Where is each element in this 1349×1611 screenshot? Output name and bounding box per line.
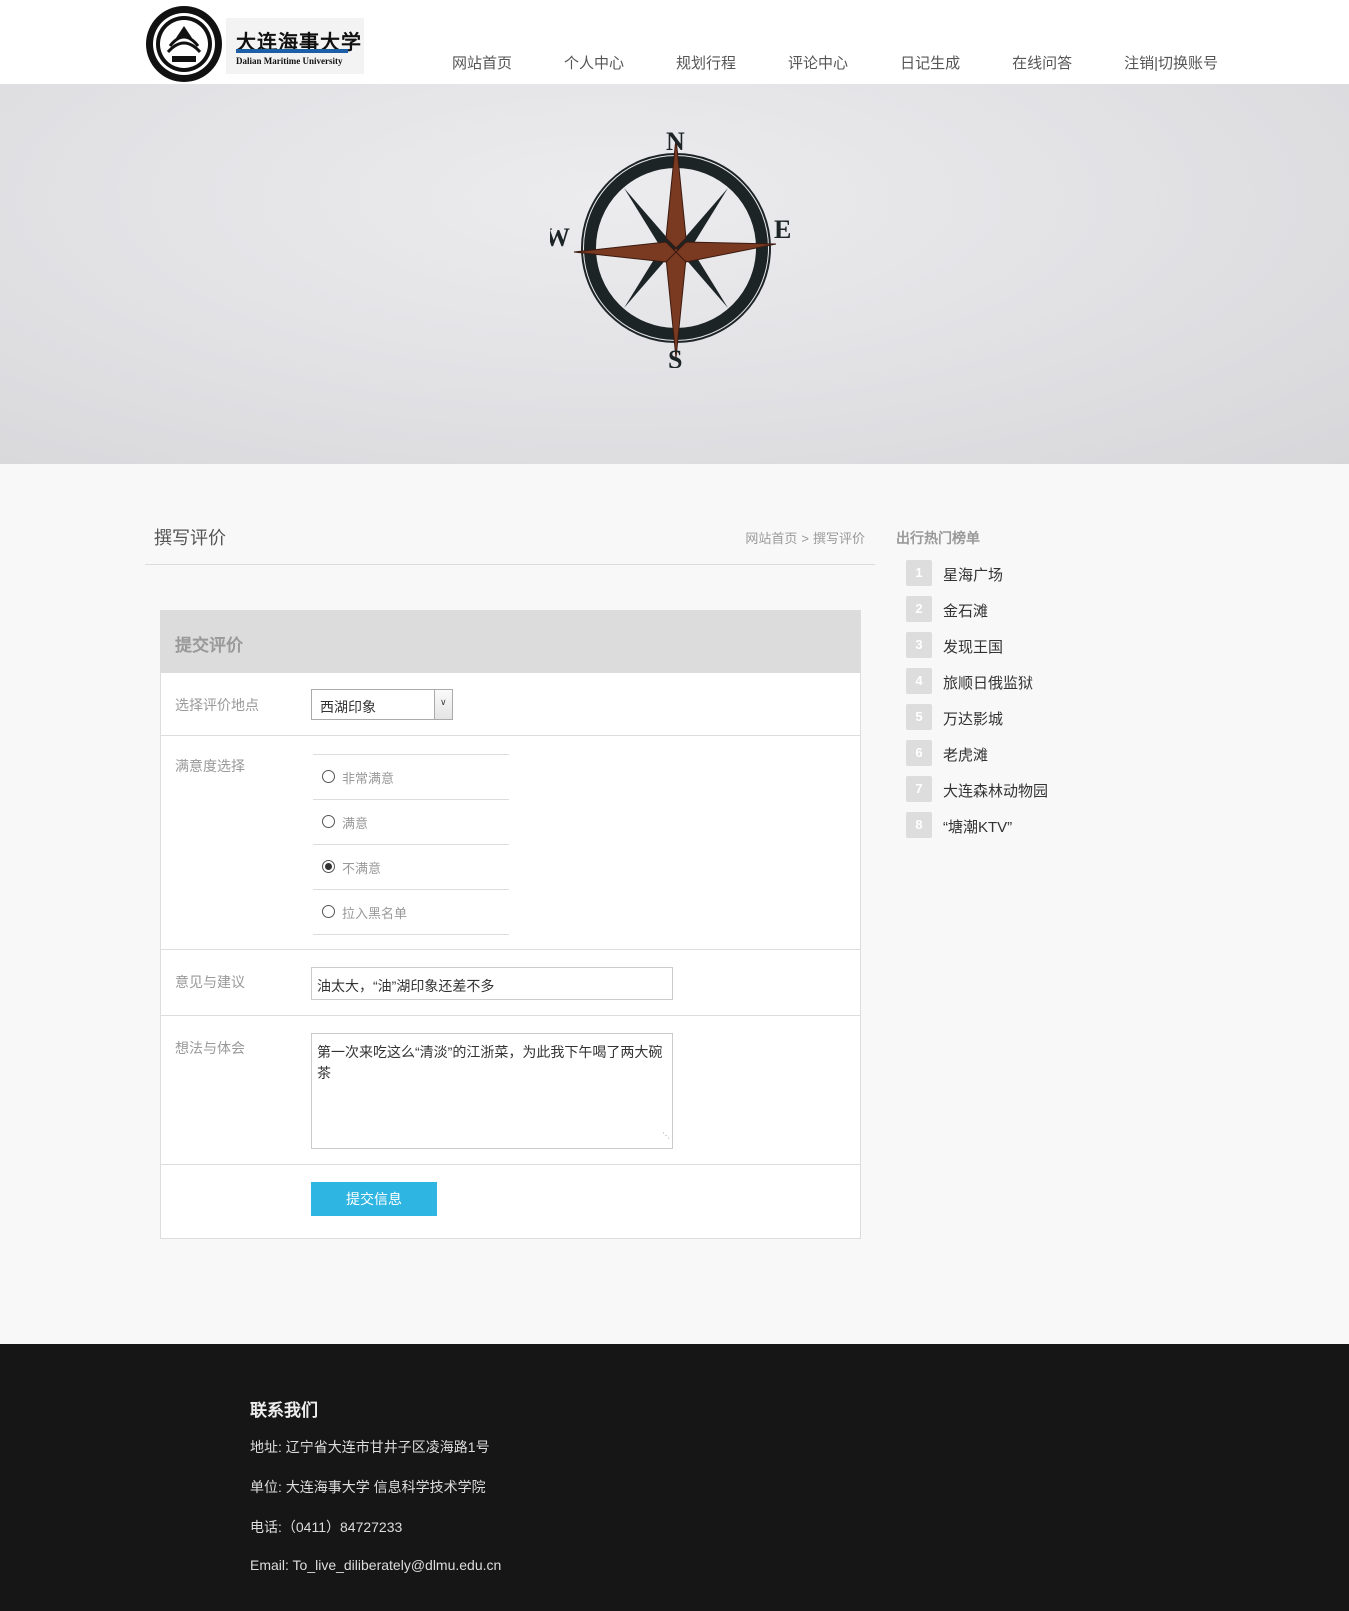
rank-number: 7 bbox=[906, 776, 932, 802]
form-title: 提交评价 bbox=[161, 611, 860, 673]
compass-n: N bbox=[666, 128, 685, 156]
compass-s: S bbox=[668, 345, 682, 368]
hot-list-title: 出行热门榜单 bbox=[896, 530, 980, 546]
nav-home[interactable]: 网站首页 bbox=[452, 52, 512, 73]
thoughts-label: 想法与体会 bbox=[175, 1040, 245, 1056]
nav-logout[interactable]: 注销|切换账号 bbox=[1124, 52, 1218, 73]
rank-name[interactable]: 万达影城 bbox=[943, 708, 1003, 729]
breadcrumb-home[interactable]: 网站首页 bbox=[745, 531, 797, 546]
footer-unit: 单位: 大连海事大学 信息科学技术学院 bbox=[250, 1479, 486, 1495]
rank-name[interactable]: 大连森林动物园 bbox=[943, 780, 1048, 801]
option-label: 拉入黑名单 bbox=[342, 906, 408, 921]
rank-name[interactable]: 老虎滩 bbox=[943, 744, 988, 765]
hot-list-item[interactable]: 1 星海广场 bbox=[906, 560, 1106, 586]
hot-list-item[interactable]: 2 金石滩 bbox=[906, 596, 1106, 622]
suggestion-row: 意见与建议 油太大，“油”湖印象还差不多 bbox=[161, 949, 860, 1015]
footer-email[interactable]: Email: To_live_diliberately@dlmu.edu.cn bbox=[250, 1557, 501, 1573]
suggestion-label: 意见与建议 bbox=[175, 974, 245, 990]
footer-phone: 电话:（0411）84727233 bbox=[250, 1519, 403, 1535]
breadcrumb: 网站首页 > 撰写评价 bbox=[745, 528, 865, 547]
option-unsatisfied[interactable]: 不满意 bbox=[313, 844, 509, 889]
rank-name[interactable]: 星海广场 bbox=[943, 564, 1003, 585]
university-seal-icon bbox=[146, 6, 222, 82]
rank-name[interactable]: “塘潮KTV” bbox=[943, 816, 1012, 837]
option-blacklist[interactable]: 拉入黑名单 bbox=[313, 889, 509, 934]
resize-grip-icon[interactable]: ⋱ bbox=[662, 1125, 670, 1146]
footer-address: 地址: 辽宁省大连市甘井子区凌海路1号 bbox=[250, 1439, 490, 1455]
logo-english-name: Dalian Maritime University bbox=[236, 56, 343, 66]
thoughts-textarea[interactable]: 第一次来吃这么“清淡”的江浙菜，为此我下午喝了两大碗茶 ⋱ bbox=[311, 1033, 673, 1149]
footer-title: 联系我们 bbox=[250, 1401, 318, 1420]
radio-blacklist[interactable] bbox=[322, 905, 335, 918]
satisfaction-row: 满意度选择 非常满意 满意 不满意 拉入黑名单 bbox=[161, 735, 860, 949]
rank-number: 1 bbox=[906, 560, 932, 586]
radio-unsatisfied[interactable] bbox=[322, 860, 335, 873]
location-select[interactable]: 西湖印象 ∨ bbox=[311, 689, 453, 720]
page-header: 撰写评价 网站首页 > 撰写评价 bbox=[145, 504, 875, 565]
rank-number: 6 bbox=[906, 740, 932, 766]
university-logo[interactable]: 大连海事大学 Dalian Maritime University bbox=[144, 4, 366, 84]
option-label: 满意 bbox=[342, 816, 369, 831]
site-footer: 联系我们 地址: 辽宁省大连市甘井子区凌海路1号 单位: 大连海事大学 信息科学… bbox=[0, 1344, 1349, 1611]
rank-number: 3 bbox=[906, 632, 932, 658]
nav-reviews[interactable]: 评论中心 bbox=[788, 52, 848, 73]
suggestion-input[interactable]: 油太大，“油”湖印象还差不多 bbox=[311, 967, 673, 1000]
hero-banner: N S E W bbox=[0, 84, 1349, 464]
radio-satisfied[interactable] bbox=[322, 815, 335, 828]
location-selected-value: 西湖印象 bbox=[320, 699, 376, 715]
submit-button[interactable]: 提交信息 bbox=[311, 1182, 437, 1216]
page-title: 撰写评价 bbox=[154, 528, 226, 548]
satisfaction-label: 满意度选择 bbox=[175, 758, 245, 774]
option-very-satisfied[interactable]: 非常满意 bbox=[313, 754, 509, 799]
hot-list-item[interactable]: 8 “塘潮KTV” bbox=[906, 812, 1106, 838]
hot-list-item[interactable]: 3 发现王国 bbox=[906, 632, 1106, 658]
logo-wordmark: 大连海事大学 Dalian Maritime University bbox=[226, 18, 364, 74]
site-header: 大连海事大学 Dalian Maritime University 网站首页 个… bbox=[0, 0, 1349, 84]
nav-plan-trip[interactable]: 规划行程 bbox=[676, 52, 736, 73]
rank-name[interactable]: 发现王国 bbox=[943, 636, 1003, 657]
dropdown-arrow-icon[interactable]: ∨ bbox=[434, 690, 452, 719]
review-form: 提交评价 选择评价地点 西湖印象 ∨ 满意度选择 非常满意 满意 不满意 拉入黑… bbox=[160, 610, 861, 1239]
logo-divider bbox=[236, 49, 348, 53]
rank-number: 4 bbox=[906, 668, 932, 694]
option-label: 不满意 bbox=[342, 861, 382, 876]
rank-name[interactable]: 金石滩 bbox=[943, 600, 988, 621]
hot-list-item[interactable]: 4 旅顺日俄监狱 bbox=[906, 668, 1106, 694]
satisfaction-options: 非常满意 满意 不满意 拉入黑名单 bbox=[313, 754, 509, 935]
location-label: 选择评价地点 bbox=[175, 697, 259, 713]
compass-e: E bbox=[774, 215, 791, 244]
hot-list-item[interactable]: 6 老虎滩 bbox=[906, 740, 1106, 766]
rank-number: 8 bbox=[906, 812, 932, 838]
rank-number: 5 bbox=[906, 704, 932, 730]
thoughts-row: 想法与体会 第一次来吃这么“清淡”的江浙菜，为此我下午喝了两大碗茶 ⋱ bbox=[161, 1015, 860, 1164]
submit-row: 提交信息 bbox=[161, 1164, 860, 1238]
main-nav: 网站首页 个人中心 规划行程 评论中心 日记生成 在线问答 注销|切换账号 bbox=[452, 52, 1218, 73]
breadcrumb-current: 撰写评价 bbox=[812, 531, 865, 546]
rank-name[interactable]: 旅顺日俄监狱 bbox=[943, 672, 1033, 693]
option-satisfied[interactable]: 满意 bbox=[313, 799, 509, 844]
hot-list-item[interactable]: 7 大连森林动物园 bbox=[906, 776, 1106, 802]
nav-qa[interactable]: 在线问答 bbox=[1012, 52, 1072, 73]
compass-rose-icon: N S E W bbox=[550, 128, 791, 368]
option-label: 非常满意 bbox=[342, 771, 395, 786]
location-row: 选择评价地点 西湖印象 ∨ bbox=[161, 673, 860, 735]
radio-very-satisfied[interactable] bbox=[322, 770, 335, 783]
thoughts-text: 第一次来吃这么“清淡”的江浙菜，为此我下午喝了两大碗茶 bbox=[317, 1044, 663, 1081]
compass-w: W bbox=[550, 223, 570, 252]
rank-number: 2 bbox=[906, 596, 932, 622]
nav-profile[interactable]: 个人中心 bbox=[564, 52, 624, 73]
nav-diary[interactable]: 日记生成 bbox=[900, 52, 960, 73]
breadcrumb-separator: > bbox=[801, 531, 809, 546]
hot-list-item[interactable]: 5 万达影城 bbox=[906, 704, 1106, 730]
